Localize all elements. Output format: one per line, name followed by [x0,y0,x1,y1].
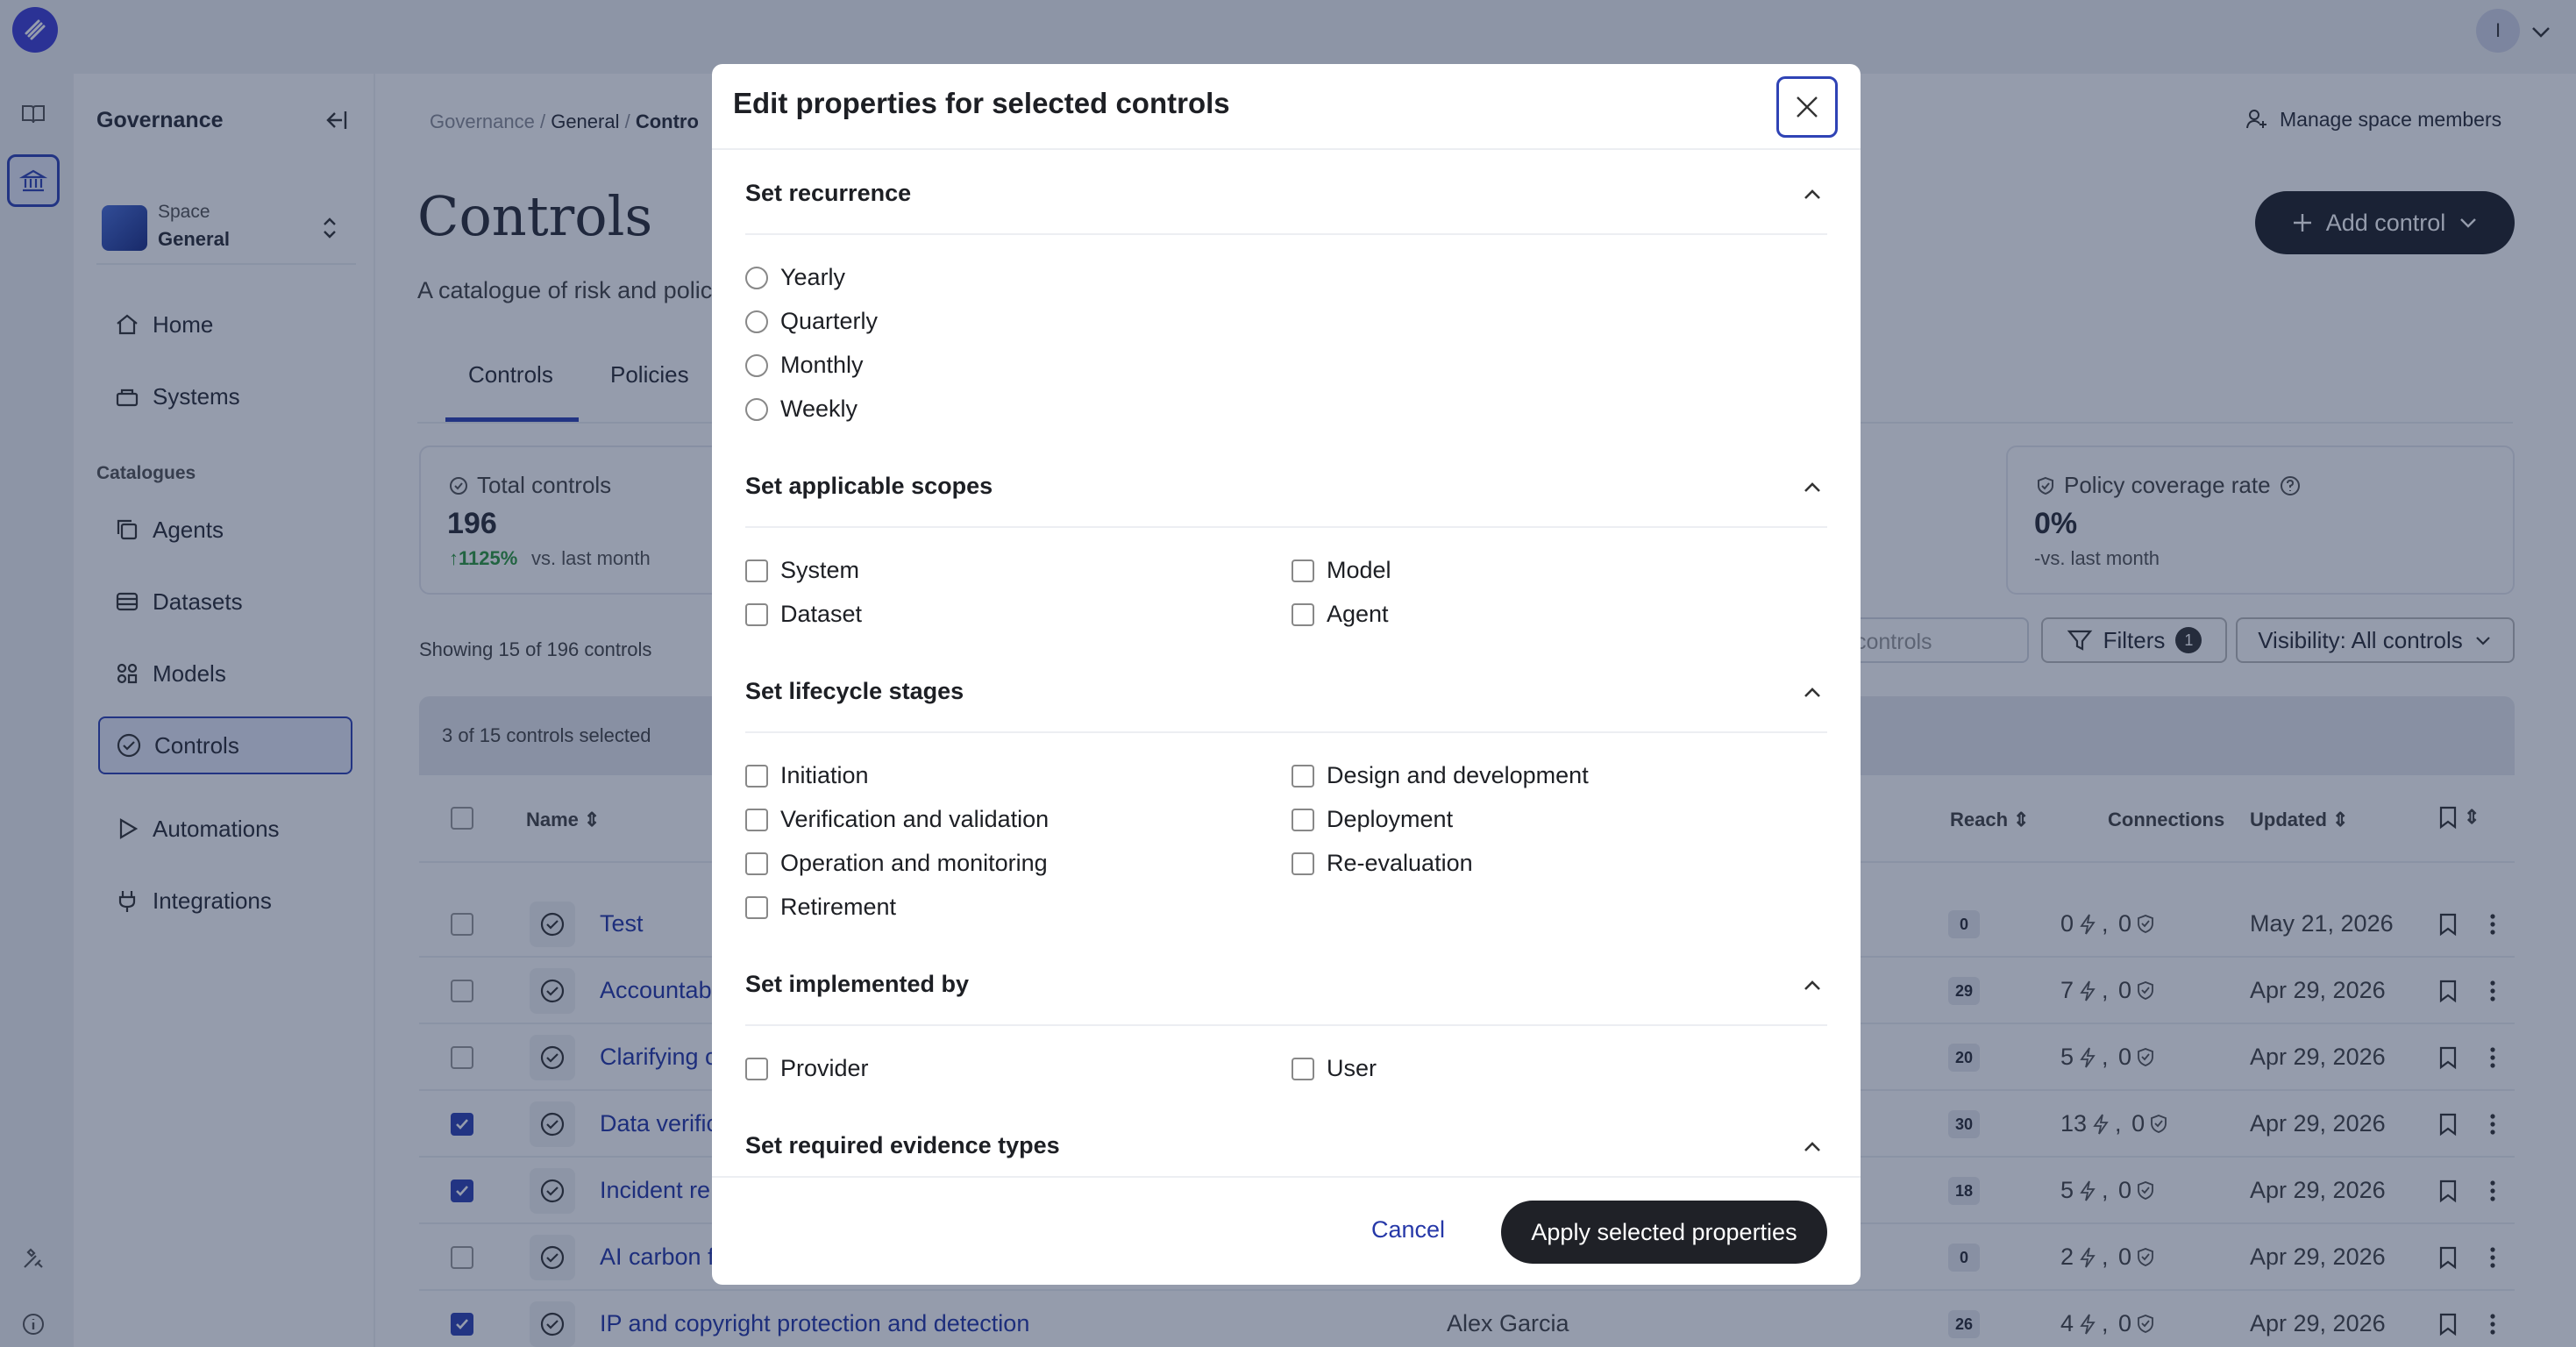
checkbox[interactable] [1292,808,1314,831]
section-scopes-title[interactable]: Set applicable scopes [745,473,993,500]
chevron-up-icon[interactable] [1801,476,1824,499]
scope-dataset-checkbox[interactable]: Dataset [745,601,862,628]
lifecycle-design-checkbox[interactable]: Design and development [1292,762,1589,789]
lifecycle-reevaluation-checkbox[interactable]: Re-evaluation [1292,850,1473,877]
chevron-up-icon[interactable] [1801,183,1824,206]
lifecycle-deployment-checkbox[interactable]: Deployment [1292,806,1453,833]
section-evidence-title[interactable]: Set required evidence types [745,1132,1060,1159]
section-divider [745,1024,1827,1026]
option-label: Verification and validation [780,806,1050,832]
implemented-provider-checkbox[interactable]: Provider [745,1055,869,1082]
checkbox[interactable] [1292,852,1314,875]
checkbox[interactable] [1292,764,1314,788]
edit-properties-dialog: Edit properties for selected controls Se… [712,64,1861,1285]
lifecycle-verification-checkbox[interactable]: Verification and validation [745,806,1049,833]
close-button[interactable] [1776,76,1838,138]
recurrence-weekly-radio[interactable]: Weekly [745,396,857,423]
option-label: User [1327,1055,1377,1081]
checkbox[interactable] [1292,602,1314,626]
checkbox[interactable] [745,852,768,875]
option-label: Deployment [1327,806,1454,832]
section-divider [745,731,1827,733]
chevron-up-icon[interactable] [1801,681,1824,704]
option-label: Re-evaluation [1327,850,1473,876]
section-divider [745,526,1827,528]
scope-model-checkbox[interactable]: Model [1292,557,1391,584]
option-label: Quarterly [780,308,879,334]
checkbox[interactable] [745,764,768,788]
option-label: Model [1327,557,1391,583]
chevron-up-icon[interactable] [1801,974,1824,997]
radio-button[interactable] [745,266,768,289]
section-lifecycle-title[interactable]: Set lifecycle stages [745,678,964,705]
radio-button[interactable] [745,310,768,333]
checkbox[interactable] [745,602,768,626]
checkbox[interactable] [1292,1057,1314,1080]
chevron-up-icon[interactable] [1801,1136,1824,1158]
dialog-footer-divider [712,1176,1861,1178]
recurrence-monthly-radio[interactable]: Monthly [745,352,864,379]
section-implemented-title[interactable]: Set implemented by [745,971,969,998]
option-label: Weekly [780,396,858,422]
dialog-header-divider [712,148,1861,150]
recurrence-yearly-radio[interactable]: Yearly [745,264,845,291]
recurrence-quarterly-radio[interactable]: Quarterly [745,308,878,335]
option-label: Retirement [780,894,897,920]
section-divider [745,233,1827,235]
checkbox[interactable] [745,1057,768,1080]
radio-button[interactable] [745,353,768,377]
dialog-title: Edit properties for selected controls [733,87,1230,119]
scope-agent-checkbox[interactable]: Agent [1292,601,1389,628]
option-label: Yearly [780,264,846,290]
option-label: Operation and monitoring [780,850,1048,876]
option-label: Design and development [1327,762,1589,788]
option-label: System [780,557,860,583]
option-label: Dataset [780,601,863,627]
checkbox[interactable] [745,559,768,582]
checkbox[interactable] [745,808,768,831]
implemented-user-checkbox[interactable]: User [1292,1055,1377,1082]
lifecycle-retirement-checkbox[interactable]: Retirement [745,894,896,921]
section-recurrence-title[interactable]: Set recurrence [745,180,911,207]
apply-properties-button[interactable]: Apply selected properties [1501,1201,1827,1264]
option-label: Provider [780,1055,869,1081]
lifecycle-operation-checkbox[interactable]: Operation and monitoring [745,850,1048,877]
option-label: Agent [1327,601,1389,627]
cancel-button[interactable]: Cancel [1371,1216,1445,1244]
lifecycle-initiation-checkbox[interactable]: Initiation [745,762,869,789]
option-label: Initiation [780,762,869,788]
option-label: Monthly [780,352,864,378]
radio-button[interactable] [745,397,768,421]
checkbox[interactable] [1292,559,1314,582]
scope-system-checkbox[interactable]: System [745,557,859,584]
close-icon [1793,93,1821,121]
checkbox[interactable] [745,895,768,919]
